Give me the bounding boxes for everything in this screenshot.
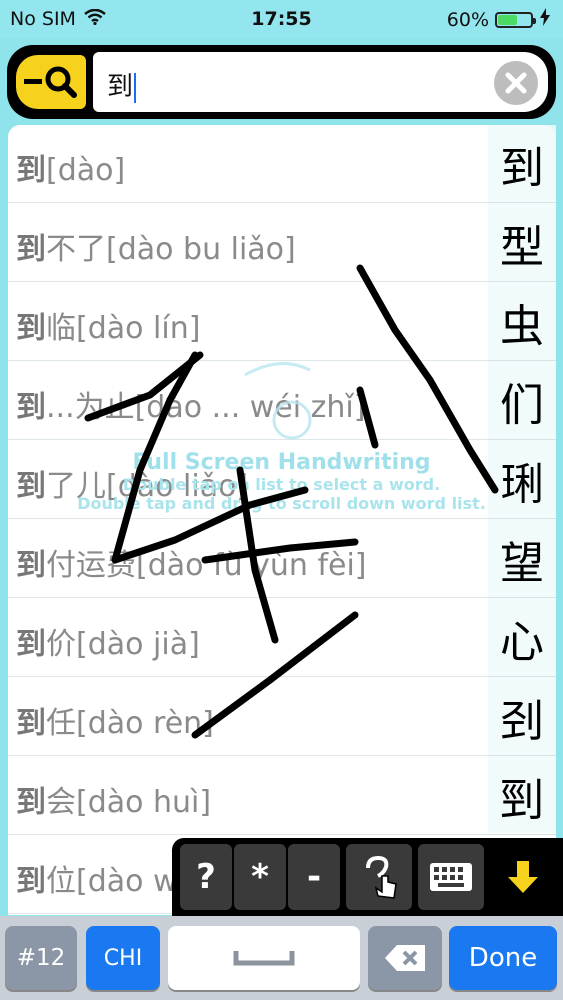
- keyboard-toggle-button[interactable]: [418, 844, 484, 910]
- list-item-head: 到: [16, 706, 46, 741]
- candidate-character[interactable]: 虫: [488, 283, 556, 361]
- list-item-reading: 临[dào lín]: [46, 311, 201, 346]
- search-icon: [24, 66, 77, 98]
- text-caret: [134, 72, 137, 103]
- list-item[interactable]: 到不了[dào bu liǎo]: [8, 204, 556, 282]
- list-item-reading: 价[dào jià]: [46, 627, 200, 662]
- hand-pointer-icon: [366, 855, 397, 899]
- list-item-reading: 会[dào huì]: [46, 785, 212, 820]
- done-key[interactable]: Done: [449, 926, 557, 990]
- list-item-head: 到: [16, 311, 46, 346]
- list-item-head: 到: [16, 232, 46, 267]
- candidate-character[interactable]: 型: [488, 204, 556, 282]
- list-item-reading: [dào]: [46, 153, 126, 188]
- wildcard-question-button[interactable]: ?: [180, 844, 232, 910]
- close-icon: [505, 72, 527, 94]
- list-item[interactable]: 到价[dào jià]: [8, 599, 556, 677]
- backspace-icon: [385, 945, 425, 971]
- candidate-character[interactable]: 心: [488, 599, 556, 677]
- dash-button[interactable]: -: [288, 844, 340, 910]
- hint-title: Full Screen Handwriting: [132, 450, 431, 475]
- list-item-head: 到: [16, 153, 46, 188]
- list-item-head: 到: [16, 390, 46, 425]
- candidate-character[interactable]: 到: [488, 125, 556, 203]
- list-item-reading: 付运费[dào fù yùn fèi]: [46, 548, 367, 583]
- list-item-reading: 位[dào w: [46, 864, 178, 899]
- hint-line-1: Double tap on list to select a word.: [122, 475, 441, 494]
- list-item[interactable]: 到会[dào huì]: [8, 757, 556, 835]
- list-item-head: 到: [16, 627, 46, 662]
- language-key[interactable]: CHI: [86, 926, 160, 990]
- list-item-text: 到...为止[dào ... wéi zhǐ]: [16, 382, 365, 426]
- hide-keyboard-button[interactable]: [490, 844, 556, 910]
- list-item-text: 到会[dào huì]: [16, 777, 211, 821]
- list-item-text: 到不了[dào bu liǎo]: [16, 224, 296, 268]
- space-key[interactable]: [168, 926, 360, 990]
- list-item[interactable]: 到临[dào lín]: [8, 283, 556, 361]
- list-item-reading: 任[dào rèn]: [46, 706, 214, 741]
- battery-icon: [495, 11, 536, 28]
- list-item-text: 到[dào]: [16, 145, 125, 189]
- list-item-text: 到价[dào jià]: [16, 619, 200, 663]
- charging-icon: [539, 8, 551, 31]
- list-item[interactable]: 到...为止[dào ... wéi zhǐ]: [8, 362, 556, 440]
- list-item-reading: ...为止[dào ... wéi zhǐ]: [46, 390, 366, 425]
- list-item[interactable]: 到[dào]: [8, 125, 556, 203]
- search-value: 到: [107, 72, 134, 102]
- list-item[interactable]: 到任[dào rèn]: [8, 678, 556, 756]
- list-item-head: 到: [16, 864, 46, 899]
- list-item-text: 到任[dào rèn]: [16, 698, 214, 742]
- candidate-character[interactable]: 刭: [488, 678, 556, 756]
- search-bar: 到: [7, 45, 556, 119]
- search-input[interactable]: 到: [93, 52, 548, 112]
- backspace-key[interactable]: [368, 926, 442, 990]
- list-item-reading: 不了[dào bu liǎo]: [46, 232, 296, 267]
- candidate-character[interactable]: 望: [488, 520, 556, 598]
- handwriting-hint: Full Screen Handwriting Double tap on li…: [0, 450, 563, 513]
- wildcard-star-button[interactable]: *: [234, 844, 286, 910]
- keyboard-bottom-row: #12 CHI Done: [0, 916, 563, 1000]
- list-item-head: 到: [16, 548, 46, 583]
- keyboard-icon: [430, 863, 472, 891]
- battery-percent: 60%: [446, 8, 489, 31]
- list-item-head: 到: [16, 785, 46, 820]
- hint-line-2: Double tap and drag to scroll down word …: [77, 494, 486, 513]
- space-icon: [233, 951, 295, 966]
- word-list[interactable]: 到[dào] 到不了[dào bu liǎo] 到临[dào lín] 到...为止[…: [8, 125, 556, 915]
- candidate-character[interactable]: 们: [488, 362, 556, 440]
- list-item[interactable]: 到付运费[dào fù yùn fèi]: [8, 520, 556, 598]
- status-bar: No SIM 17:55 60%: [0, 0, 563, 38]
- arrow-down-icon: [508, 861, 538, 893]
- number-keyboard-key[interactable]: #12: [5, 926, 77, 990]
- list-item-text: 到位[dào w: [16, 856, 178, 900]
- list-item-text: 到临[dào lín]: [16, 303, 200, 347]
- handwriting-help-button[interactable]: [346, 844, 412, 910]
- candidate-character[interactable]: 剄: [488, 757, 556, 835]
- list-item-text: 到付运费[dào fù yùn fèi]: [16, 540, 367, 584]
- clear-search-button[interactable]: [494, 61, 538, 105]
- search-mode-button[interactable]: [16, 55, 86, 109]
- handwriting-toolbar: ? * -: [172, 838, 563, 916]
